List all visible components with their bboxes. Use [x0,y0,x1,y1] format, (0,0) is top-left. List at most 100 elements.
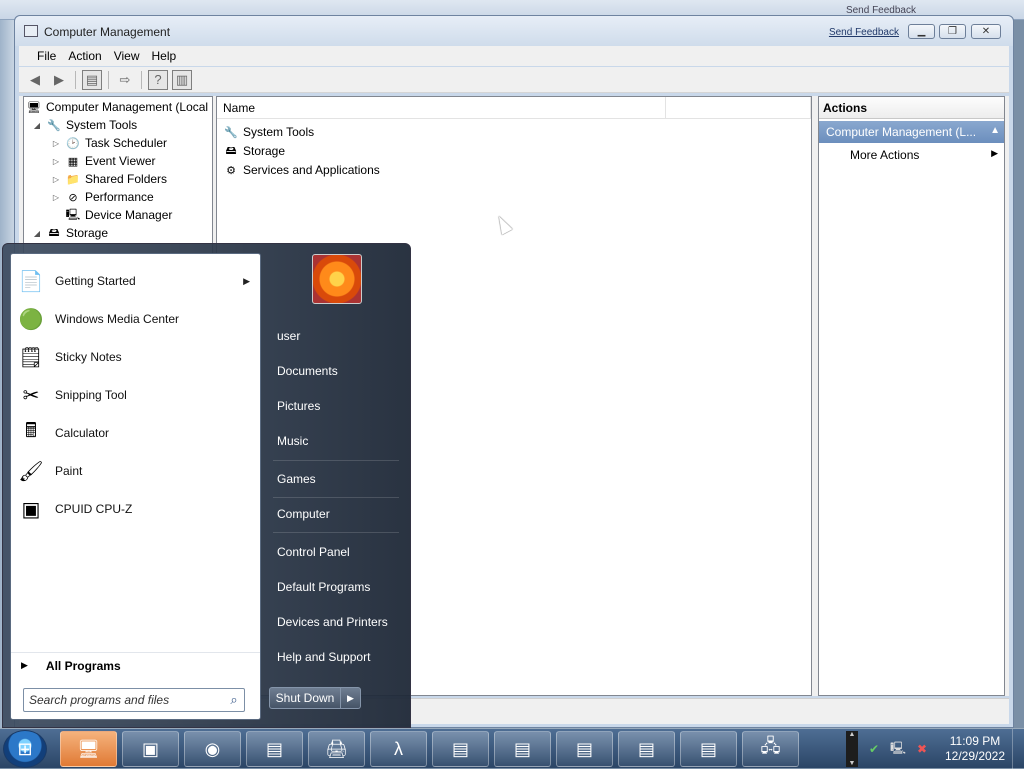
program-cpu-z[interactable]: ▣ CPUID CPU-Z [11,491,260,527]
shutdown-options-button[interactable]: ▶ [341,687,361,709]
menu-action[interactable]: Action [62,49,107,63]
system-clock[interactable]: 11:09 PM 12/29/2022 [942,734,1008,764]
tree-item-performance[interactable]: ▷ ⊘ Performance [51,188,154,206]
event-viewer-icon: ▦ [67,155,79,168]
system-tools-icon: 🔧 [224,126,238,139]
start-item-user[interactable]: user [267,322,404,350]
collapsed-arrow-icon[interactable]: ▷ [51,139,61,148]
taskbar-app-scanner[interactable]: 🖨 [308,731,365,767]
menu-file[interactable]: File [31,49,62,63]
collapsed-arrow-icon[interactable]: ▷ [51,193,61,202]
help-button[interactable]: ? [148,69,168,90]
taskbar-app-media-player[interactable]: ◉ [184,731,241,767]
tree-item-label: Shared Folders [85,172,168,186]
tree-item-label: Storage [66,226,109,240]
taskbar-app-window[interactable]: ▤ [432,731,489,767]
tree-item-device-manager[interactable]: 🖳 Device Manager [65,206,173,224]
program-sticky-notes[interactable]: 🗒 Sticky Notes [11,339,260,375]
tree-item-computer-management[interactable]: 🖥 Computer Management (Local [26,98,208,116]
title-bar[interactable]: Computer Management Send Feedback ▁ ❐ ✕ [15,16,1013,46]
column-header-blank[interactable] [666,97,811,118]
list-item-label: Storage [243,144,286,158]
start-button[interactable]: ⊞ [3,730,47,768]
close-button[interactable]: ✕ [971,24,1001,39]
scroll-down-icon[interactable]: ▼ [849,760,856,767]
console-tree-icon: ▤ [85,71,99,87]
start-item-help-and-support[interactable]: Help and Support [267,643,404,671]
tray-scroll-control[interactable]: ▲ ▼ [846,731,858,767]
all-programs-button[interactable]: ▶ All Programs [11,652,260,678]
program-label: CPUID CPU-Z [55,502,133,516]
taskbar-app-window[interactable]: ▤ [618,731,675,767]
collapse-up-icon[interactable]: ▲ [990,125,1000,136]
expanded-arrow-icon[interactable]: ◢ [32,229,42,238]
search-icon[interactable]: ⌕ [224,692,244,708]
program-paint[interactable]: 🖌 Paint [11,453,260,489]
column-header-name[interactable]: Name [217,97,667,118]
start-item-music[interactable]: Music [267,427,404,455]
toolbar-separator [75,70,76,89]
show-hide-action-pane-button[interactable]: ▥ [172,69,192,90]
list-item-system-tools[interactable]: 🔧 System Tools [223,123,314,141]
task-scheduler-icon: 🕑 [66,137,80,150]
forward-button[interactable]: ▶ [49,70,69,90]
taskbar-app-display[interactable]: ▣ [122,731,179,767]
actions-group-header[interactable]: Computer Management (L... ▲ [819,121,1004,143]
start-item-control-panel[interactable]: Control Panel [267,538,404,566]
menu-help[interactable]: Help [146,49,183,63]
user-avatar[interactable] [312,254,362,304]
taskbar-app-window[interactable]: ▤ [680,731,737,767]
taskbar-app-window[interactable]: ▤ [556,731,613,767]
start-item-games[interactable]: Games [267,465,404,493]
volume-muted-icon[interactable]: ✖ [914,741,930,757]
collapsed-arrow-icon[interactable]: ▷ [51,175,61,184]
program-label: Windows Media Center [55,312,180,326]
show-desktop-button[interactable] [1012,729,1024,769]
storage-icon: 🖴 [48,226,60,239]
network-icon: 🖧 [760,736,781,756]
taskbar-app-computer-management[interactable]: 🖥 [60,731,117,767]
export-list-button[interactable]: ⇨ [115,70,135,90]
window-icon: ▤ [575,738,593,759]
tree-item-event-viewer[interactable]: ▷ ▦ Event Viewer [51,152,156,170]
back-button[interactable]: ◀ [25,70,45,90]
expanded-arrow-icon[interactable]: ◢ [32,121,42,130]
windows-logo-icon: ⊞ [17,738,33,759]
program-getting-started[interactable]: 📄 Getting Started ▶ [11,263,260,299]
menu-view[interactable]: View [108,49,146,63]
program-snipping-tool[interactable]: ✂ Snipping Tool [11,377,260,413]
start-item-pictures[interactable]: Pictures [267,392,404,420]
start-search-input[interactable] [24,690,224,710]
taskbar-app-window[interactable]: ▤ [246,731,303,767]
paint-icon: 🖌 [18,460,44,483]
scanner-icon: 🖨 [325,738,348,759]
tree-item-task-scheduler[interactable]: ▷ 🕑 Task Scheduler [51,134,167,152]
start-search-box: ⌕ [23,688,245,712]
list-item-storage[interactable]: 🖴 Storage [223,142,285,160]
program-label: Sticky Notes [55,350,122,364]
tree-item-storage[interactable]: ◢ 🖴 Storage [32,224,108,242]
more-actions-item[interactable]: More Actions ▶ [819,143,1004,165]
minimize-button[interactable]: ▁ [908,24,935,39]
taskbar-app-window[interactable]: ▤ [494,731,551,767]
show-hide-console-tree-button[interactable]: ▤ [82,69,102,90]
list-item-label: System Tools [243,125,315,139]
action-center-icon[interactable]: ✔ [866,741,882,757]
shut-down-button[interactable]: Shut Down [269,687,341,709]
taskbar-app-network[interactable]: 🖧 [742,731,799,767]
scroll-up-icon[interactable]: ▲ [849,731,856,738]
program-windows-media-center[interactable]: 🟢 Windows Media Center [11,301,260,337]
tree-item-system-tools[interactable]: ◢ 🔧 System Tools [32,116,137,134]
send-feedback-link[interactable]: Send Feedback [829,27,899,38]
program-calculator[interactable]: 🖩 Calculator [11,415,260,451]
maximize-button[interactable]: ❐ [939,24,966,39]
list-item-services-and-applications[interactable]: ⚙ Services and Applications [223,161,380,179]
network-status-icon[interactable]: 🖳 [890,741,906,757]
start-item-computer[interactable]: Computer [267,500,404,528]
start-item-documents[interactable]: Documents [267,357,404,385]
start-item-default-programs[interactable]: Default Programs [267,573,404,601]
collapsed-arrow-icon[interactable]: ▷ [51,157,61,166]
taskbar-app-terminal[interactable]: λ [370,731,427,767]
start-item-devices-and-printers[interactable]: Devices and Printers [267,608,404,636]
tree-item-shared-folders[interactable]: ▷ 📁 Shared Folders [51,170,167,188]
